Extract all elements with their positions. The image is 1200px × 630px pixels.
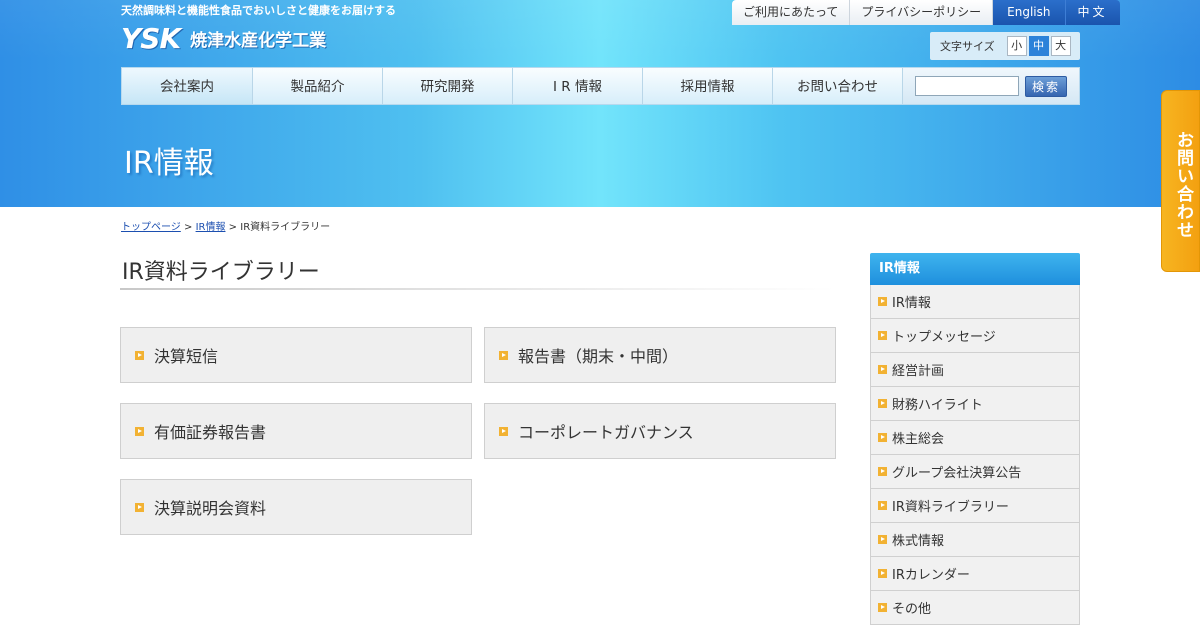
sidebar-item-top-message[interactable]: トップメッセージ [870, 319, 1080, 353]
sidebar-item-ir-library[interactable]: IR資料ライブラリー [870, 489, 1080, 523]
breadcrumb: トップページ > IR情報 > IR資料ライブラリー [121, 218, 330, 233]
tagline: 天然調味料と機能性食品でおいしさと健康をお届けする [121, 4, 396, 17]
card-label: 報告書（期末・中間） [518, 347, 679, 366]
arrow-bullet-icon [878, 603, 887, 612]
breadcrumb-ir-link[interactable]: IR情報 [196, 222, 226, 233]
privacy-policy-link[interactable]: プライバシーポリシー [850, 0, 994, 25]
card-corporate-governance[interactable]: コーポレートガバナンス [484, 403, 836, 459]
nav-contact[interactable]: お問い合わせ [773, 68, 903, 104]
breadcrumb-separator: > [184, 222, 193, 233]
font-size-small-button[interactable]: 小 [1006, 36, 1027, 56]
sidebar-item-label: IR資料ライブラリー [892, 500, 1009, 515]
chinese-link[interactable]: 中文 [1065, 0, 1120, 25]
sidebar-item-ir[interactable]: IR情報 [870, 285, 1080, 319]
breadcrumb-current: IR資料ライブラリー [240, 222, 331, 233]
sidebar-item-label: 株主総会 [892, 432, 945, 447]
arrow-bullet-icon [878, 331, 887, 340]
sidebar-item-label: その他 [892, 602, 932, 617]
logo-mark: YSK [121, 22, 181, 55]
global-nav: 会社案内 製品紹介 研究開発 I R 情報 採用情報 お問い合わせ 検索 [121, 67, 1080, 105]
card-label: 決算短信 [154, 347, 219, 366]
card-report[interactable]: 報告書（期末・中間） [484, 327, 836, 383]
arrow-bullet-icon [878, 467, 887, 476]
font-size-control: 文字サイズ 小 中 大 [930, 32, 1080, 60]
card-label: 決算説明会資料 [154, 499, 267, 518]
sidebar-item-financial-highlights[interactable]: 財務ハイライト [870, 387, 1080, 421]
sidebar-item-other[interactable]: その他 [870, 591, 1080, 625]
font-size-label: 文字サイズ [940, 40, 995, 53]
nav-research[interactable]: 研究開発 [383, 68, 513, 104]
sidebar-item-label: IR情報 [892, 296, 931, 311]
sidebar-item-group-announcements[interactable]: グループ会社決算公告 [870, 455, 1080, 489]
logo-company-name: 焼津水産化学工業 [190, 31, 327, 51]
arrow-bullet-icon [878, 297, 887, 306]
nav-company[interactable]: 会社案内 [122, 68, 253, 104]
search-input[interactable] [915, 76, 1019, 96]
contact-side-tab[interactable]: お問い合わせ [1161, 90, 1200, 272]
site-logo[interactable]: YSK 焼津水産化学工業 [121, 22, 326, 55]
arrow-bullet-icon [878, 569, 887, 578]
page-title: IR情報 [124, 146, 214, 181]
sidebar-item-stock-info[interactable]: 株式情報 [870, 523, 1080, 557]
arrow-bullet-icon [878, 433, 887, 442]
sidebar-item-label: グループ会社決算公告 [892, 466, 1022, 481]
sidebar-item-label: IRカレンダー [892, 568, 970, 583]
sidebar-item-label: トップメッセージ [892, 330, 996, 345]
nav-recruit[interactable]: 採用情報 [643, 68, 773, 104]
nav-ir[interactable]: I R 情報 [513, 68, 643, 104]
arrow-bullet-icon [135, 350, 144, 360]
card-kessan-tanshin[interactable]: 決算短信 [120, 327, 472, 383]
utility-links: ご利用にあたって プライバシーポリシー English 中文 [732, 0, 1120, 25]
sidebar-item-label: 経営計画 [892, 364, 945, 379]
arrow-bullet-icon [878, 535, 887, 544]
terms-of-use-link[interactable]: ご利用にあたって [732, 0, 851, 25]
sidebar-item-shareholders-meeting[interactable]: 株主総会 [870, 421, 1080, 455]
english-link[interactable]: English [993, 0, 1066, 25]
heading-divider [120, 288, 836, 290]
arrow-bullet-icon [878, 365, 887, 374]
section-heading: IR資料ライブラリー [122, 260, 320, 285]
card-securities-report[interactable]: 有価証券報告書 [120, 403, 472, 459]
sidebar-title[interactable]: IR情報 [870, 253, 1080, 285]
contact-side-tab-label: お問い合わせ [1173, 131, 1193, 239]
search-button[interactable]: 検索 [1025, 75, 1067, 97]
breadcrumb-separator: > [228, 222, 238, 233]
breadcrumb-home-link[interactable]: トップページ [121, 222, 181, 233]
sidebar-item-label: 株式情報 [892, 534, 945, 549]
card-briefing-materials[interactable]: 決算説明会資料 [120, 479, 472, 535]
arrow-bullet-icon [499, 350, 508, 360]
card-label: コーポレートガバナンス [518, 423, 694, 442]
nav-products[interactable]: 製品紹介 [253, 68, 383, 104]
search-area: 検索 [903, 68, 1079, 104]
card-label: 有価証券報告書 [154, 423, 267, 442]
arrow-bullet-icon [499, 426, 508, 436]
font-size-medium-button[interactable]: 中 [1028, 36, 1049, 56]
font-size-large-button[interactable]: 大 [1050, 36, 1071, 56]
sidebar-item-ir-calendar[interactable]: IRカレンダー [870, 557, 1080, 591]
sidebar-item-label: 財務ハイライト [892, 398, 983, 413]
sidebar-item-management-plan[interactable]: 経営計画 [870, 353, 1080, 387]
arrow-bullet-icon [878, 501, 887, 510]
arrow-bullet-icon [878, 399, 887, 408]
arrow-bullet-icon [135, 502, 144, 512]
sidebar-nav: IR情報 IR情報 トップメッセージ 経営計画 財務ハイライト 株主総会 グルー… [870, 253, 1080, 625]
arrow-bullet-icon [135, 426, 144, 436]
